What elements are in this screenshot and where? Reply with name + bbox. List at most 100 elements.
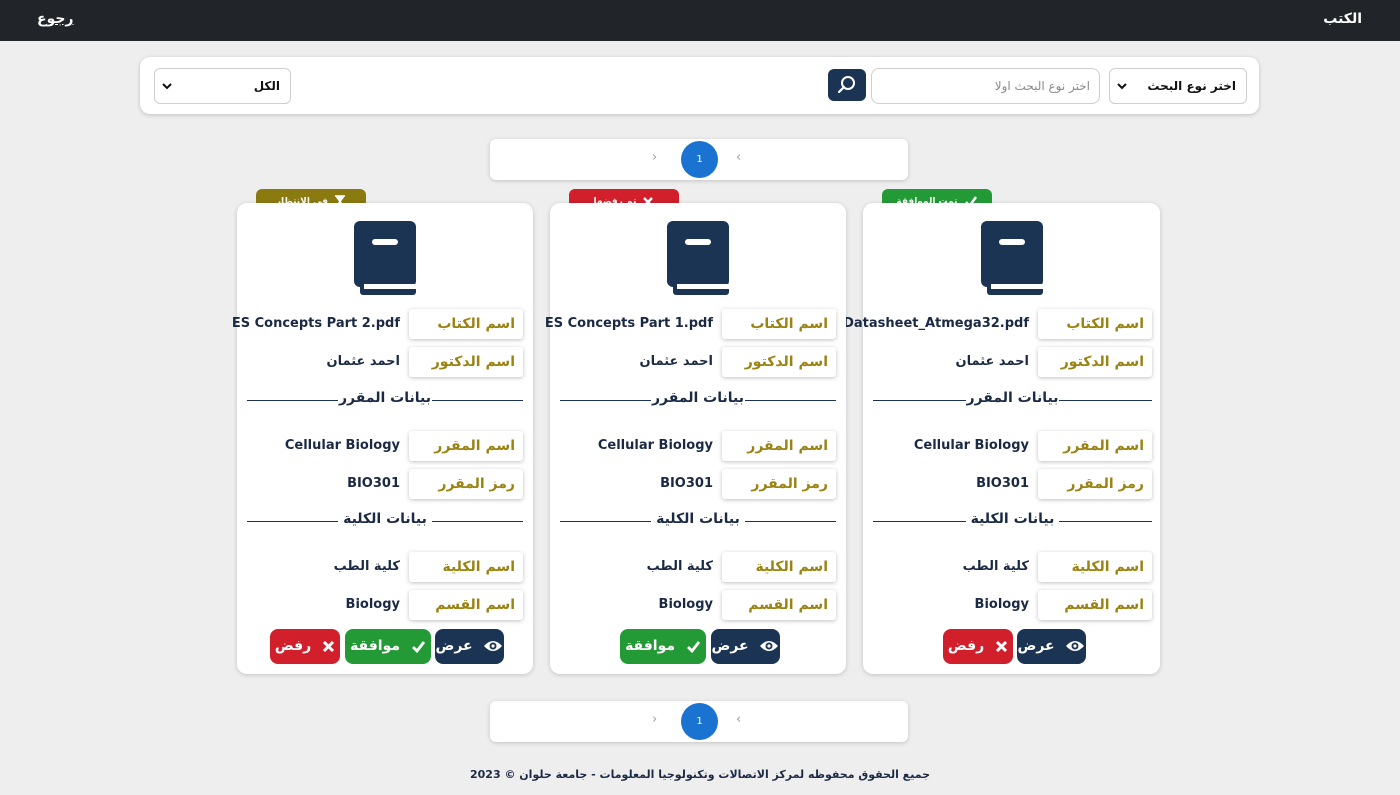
doctor-name-label: اسم الدكتور — [409, 347, 523, 377]
college-name-row: اسم الكلية كلية الطب — [550, 552, 836, 582]
doctor-name-row: اسم الدكتور احمد عثمان — [863, 347, 1152, 377]
book-name-label: اسم الكتاب — [722, 309, 836, 339]
prev-page-arrow[interactable]: ‹ — [736, 150, 741, 165]
pagination-bottom: › 1 ‹ — [490, 701, 908, 742]
book-name-label: اسم الكتاب — [1038, 309, 1152, 339]
doctor-name-label: اسم الدكتور — [1038, 347, 1152, 377]
book-card: اسم الكتاب ES Concepts Part 2.pdf اسم ال… — [232, 203, 533, 674]
college-section-header: بيانات الكلية — [873, 511, 1152, 531]
doctor-name-value: احمد عثمان — [326, 354, 400, 369]
x-icon — [323, 640, 335, 652]
department-row: اسم القسم Biology — [863, 590, 1152, 620]
filter-value: الكل — [253, 79, 280, 93]
approve-button-label: موافقة — [625, 638, 676, 654]
book-icon — [981, 221, 1043, 295]
book-card: اسم الكتاب ES Concepts Part 1.pdf اسم ال… — [545, 203, 846, 674]
department-value: Biology — [345, 597, 400, 612]
x-icon — [996, 640, 1008, 652]
book-name-row: اسم الكتاب Datasheet_Atmega32.pdf — [843, 309, 1152, 339]
book-name-row: اسم الكتاب ES Concepts Part 2.pdf — [232, 309, 523, 339]
search-button[interactable] — [828, 69, 866, 101]
course-name-value: Cellular Biology — [597, 438, 713, 453]
filter-select[interactable]: الكل — [154, 68, 291, 104]
college-section-title: بيانات الكلية — [970, 511, 1055, 527]
prev-page-arrow[interactable]: ‹ — [736, 712, 741, 727]
course-name-value: Cellular Biology — [284, 438, 400, 453]
course-code-label: رمز المقرر — [1038, 469, 1152, 499]
book-name-row: اسم الكتاب ES Concepts Part 1.pdf — [545, 309, 836, 339]
reject-button[interactable]: رفض — [270, 629, 340, 664]
college-name-row: اسم الكلية كلية الطب — [237, 552, 523, 582]
course-code-value: BIO301 — [976, 476, 1029, 491]
view-button[interactable]: عرض — [435, 629, 504, 664]
course-code-label: رمز المقرر — [722, 469, 836, 499]
approve-button[interactable]: موافقة — [620, 629, 706, 664]
doctor-name-value: احمد عثمان — [955, 354, 1029, 369]
view-button-label: عرض — [1017, 638, 1055, 654]
doctor-name-value: احمد عثمان — [639, 354, 713, 369]
eye-icon — [760, 641, 779, 651]
pagination-top: › 1 ‹ — [490, 139, 908, 180]
college-name-label: اسم الكلية — [722, 552, 836, 582]
course-section-header: بيانات المقرر — [560, 390, 836, 410]
course-code-value: BIO301 — [660, 476, 713, 491]
department-row: اسم القسم Biology — [550, 590, 836, 620]
course-section-title: بيانات المقرر — [339, 390, 431, 406]
view-button[interactable]: عرض — [711, 629, 780, 664]
course-name-row: اسم المقرر Cellular Biology — [237, 431, 523, 461]
book-name-value: ES Concepts Part 1.pdf — [544, 316, 713, 331]
page-1-button[interactable]: 1 — [681, 141, 718, 178]
course-section-title: بيانات المقرر — [652, 390, 744, 406]
course-name-value: Cellular Biology — [913, 438, 1029, 453]
course-name-label: اسم المقرر — [1038, 431, 1152, 461]
book-icon — [354, 221, 416, 295]
chevron-down-icon — [162, 83, 172, 90]
reject-button[interactable]: رفض — [943, 629, 1013, 664]
department-label: اسم القسم — [1038, 590, 1152, 620]
next-page-arrow[interactable]: › — [652, 150, 657, 165]
check-icon — [686, 640, 701, 653]
course-section-header: بيانات المقرر — [873, 390, 1152, 410]
view-button-label: عرض — [711, 638, 749, 654]
approve-button[interactable]: موافقة — [345, 629, 431, 664]
reject-button-label: رفض — [947, 638, 985, 654]
college-section-title: بيانات الكلية — [343, 511, 427, 527]
check-icon — [411, 640, 426, 653]
course-code-row: رمز المقرر BIO301 — [550, 469, 836, 499]
page-1-button[interactable]: 1 — [681, 703, 718, 740]
course-name-row: اسم المقرر Cellular Biology — [550, 431, 836, 461]
department-label: اسم القسم — [409, 590, 523, 620]
search-panel: اختر نوع البحث الكل — [140, 57, 1259, 114]
eye-icon — [1066, 641, 1085, 651]
doctor-name-row: اسم الدكتور احمد عثمان — [237, 347, 523, 377]
course-name-row: اسم المقرر Cellular Biology — [863, 431, 1152, 461]
course-name-label: اسم المقرر — [722, 431, 836, 461]
course-code-value: BIO301 — [347, 476, 400, 491]
book-card: اسم الكتاب Datasheet_Atmega32.pdf اسم ال… — [843, 203, 1160, 674]
college-name-value: كلية الطب — [333, 559, 400, 574]
footer-copyright: جميع الحقوق محفوظه لمركز الاتصالات وتكنو… — [470, 768, 930, 781]
search-input[interactable] — [871, 68, 1100, 104]
course-code-label: رمز المقرر — [409, 469, 523, 499]
doctor-name-label: اسم الدكتور — [722, 347, 836, 377]
doctor-name-row: اسم الدكتور احمد عثمان — [550, 347, 836, 377]
eye-icon — [484, 641, 503, 651]
chevron-down-icon — [1117, 83, 1127, 90]
back-link[interactable]: رجوع — [37, 11, 74, 27]
college-name-value: كلية الطب — [962, 559, 1029, 574]
course-code-row: رمز المقرر BIO301 — [237, 469, 523, 499]
college-name-value: كلية الطب — [646, 559, 713, 574]
page-title: الكتب — [1323, 11, 1362, 27]
search-type-select[interactable]: اختر نوع البحث — [1109, 68, 1247, 104]
college-section-header: بيانات الكلية — [247, 511, 523, 531]
course-name-label: اسم المقرر — [409, 431, 523, 461]
book-name-label: اسم الكتاب — [409, 309, 523, 339]
search-type-value: اختر نوع البحث — [1147, 79, 1236, 93]
college-section-title: بيانات الكلية — [656, 511, 740, 527]
approve-button-label: موافقة — [350, 638, 401, 654]
view-button[interactable]: عرض — [1017, 629, 1086, 664]
college-name-label: اسم الكلية — [1038, 552, 1152, 582]
next-page-arrow[interactable]: › — [652, 712, 657, 727]
search-icon — [837, 76, 855, 94]
top-navbar: الكتب رجوع — [0, 0, 1400, 41]
